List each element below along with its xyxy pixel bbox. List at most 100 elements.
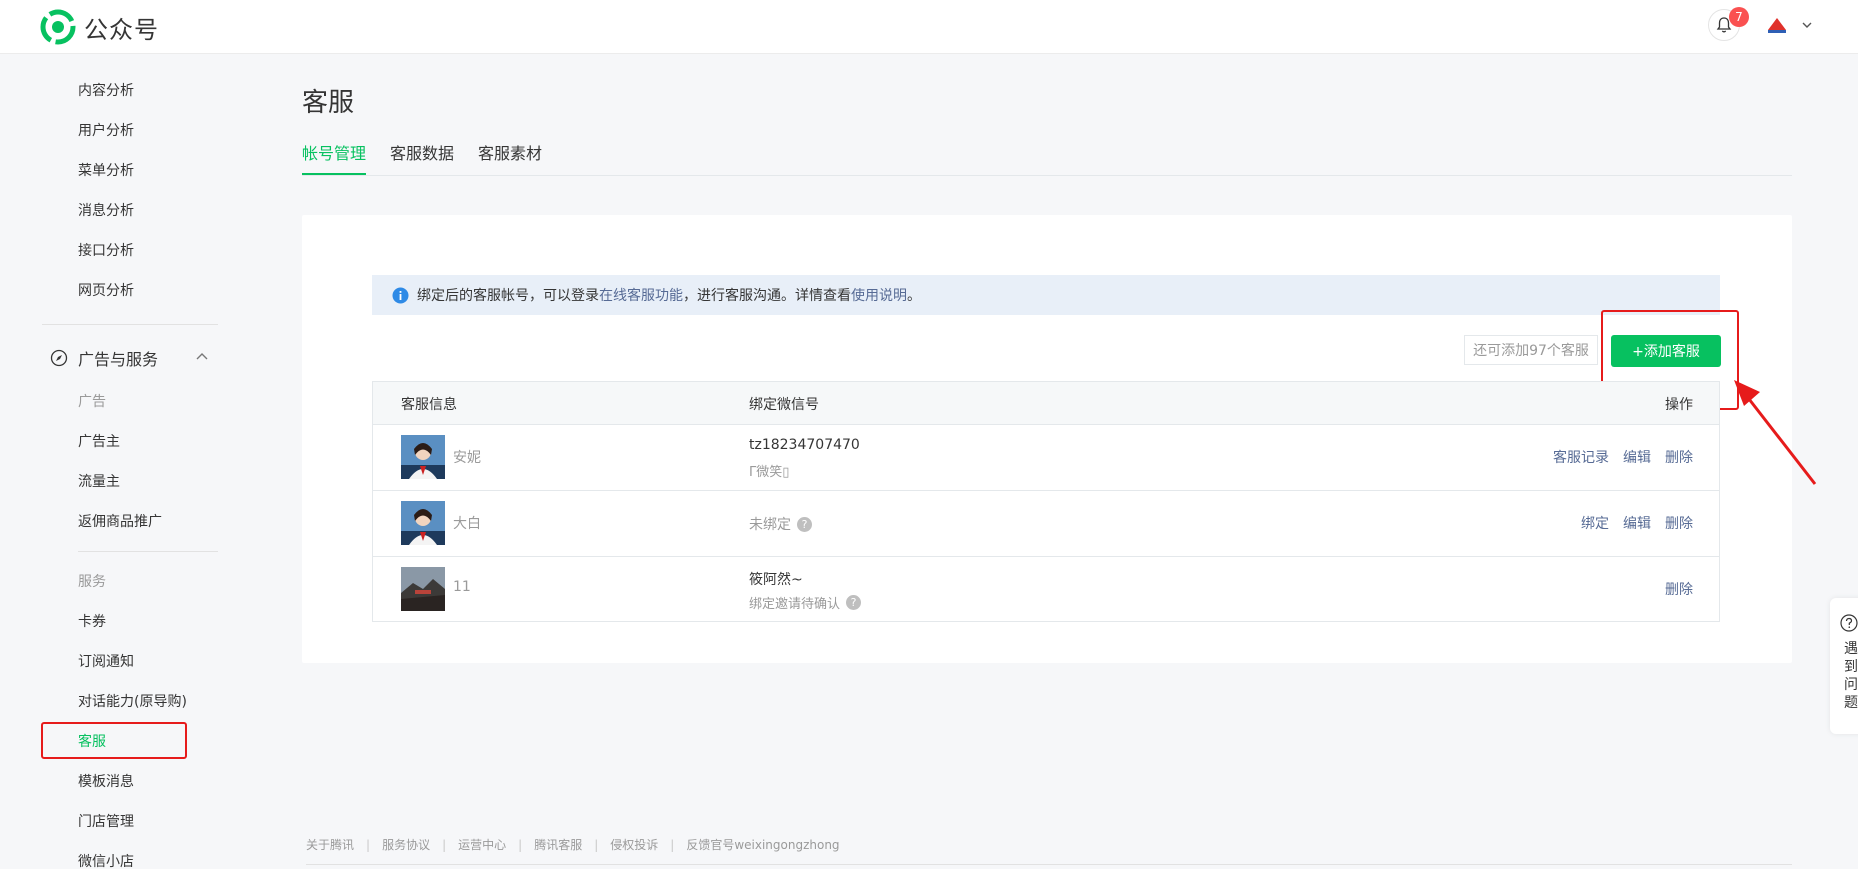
delete-link[interactable]: 删除 bbox=[1665, 447, 1693, 467]
sidebar-item-wechat-shop[interactable]: 微信小店 bbox=[78, 850, 134, 869]
tab-service-material[interactable]: 客服素材 bbox=[478, 140, 542, 175]
table-row: 11 筱阿然~ 绑定邀请待确认 ? 删除 bbox=[373, 557, 1719, 623]
wechat-official-logo-icon bbox=[40, 9, 76, 45]
highlight-box-sidebar bbox=[41, 722, 187, 759]
help-text: 遇到问题 bbox=[1844, 641, 1858, 711]
service-record-link[interactable]: 客服记录 bbox=[1553, 447, 1609, 467]
delete-link[interactable]: 删除 bbox=[1665, 579, 1693, 599]
table-row: 大白 未绑定 ? 绑定 编辑 删除 bbox=[373, 491, 1719, 557]
edit-link[interactable]: 编辑 bbox=[1623, 513, 1651, 533]
pending-invite-status: 绑定邀请待确认 ? bbox=[749, 593, 862, 612]
sidebar-item-menu-analysis[interactable]: 菜单分析 bbox=[78, 159, 134, 183]
bound-wechat-nickname: Γ微笑▯ bbox=[749, 461, 789, 480]
edit-link[interactable]: 编辑 bbox=[1623, 447, 1651, 467]
row-operations: 客服记录 编辑 删除 bbox=[1553, 447, 1693, 467]
sidebar-item-api-analysis[interactable]: 接口分析 bbox=[78, 239, 134, 263]
footer-link-agreement[interactable]: 服务协议 bbox=[382, 836, 430, 853]
tab-service-data[interactable]: 客服数据 bbox=[390, 140, 454, 175]
sidebar-subdivider bbox=[78, 551, 218, 552]
sidebar-item-publisher[interactable]: 流量主 bbox=[78, 470, 120, 494]
info-icon bbox=[392, 287, 409, 303]
sidebar-item-commission[interactable]: 返佣商品推广 bbox=[78, 510, 162, 534]
header-service-info: 客服信息 bbox=[401, 397, 457, 413]
sidebar: 内容分析 用户分析 菜单分析 消息分析 接口分析 网页分析 广告与服务 广告 广… bbox=[0, 55, 250, 869]
sidebar-item-coupons[interactable]: 卡券 bbox=[78, 610, 106, 634]
sidebar-item-dialogue[interactable]: 对话能力(原导购) bbox=[78, 690, 187, 714]
header-operations: 操作 bbox=[1665, 397, 1693, 413]
sidebar-item-message-analysis[interactable]: 消息分析 bbox=[78, 199, 134, 223]
service-name: 11 bbox=[453, 579, 471, 595]
sidebar-item-store-manage[interactable]: 门店管理 bbox=[78, 810, 134, 834]
bind-link[interactable]: 绑定 bbox=[1581, 513, 1609, 533]
service-table: 客服信息 绑定微信号 操作 安妮 tz18234707470 Γ微笑▯ 客服记录… bbox=[372, 381, 1720, 622]
footer: 关于腾讯 | 服务协议 | 运营中心 | 腾讯客服 | 侵权投诉 | 反馈官号w… bbox=[306, 836, 840, 853]
compass-icon bbox=[50, 349, 68, 367]
service-avatar bbox=[401, 435, 445, 479]
avatar-image-icon bbox=[401, 567, 445, 611]
footer-link-support[interactable]: 腾讯客服 bbox=[534, 836, 582, 853]
remaining-quota: 还可添加97个客服 bbox=[1464, 335, 1598, 365]
page-title: 客服 bbox=[302, 88, 355, 118]
service-name: 安妮 bbox=[453, 450, 481, 466]
tab-account-manage[interactable]: 帐号管理 bbox=[302, 140, 367, 175]
row-operations: 删除 bbox=[1665, 579, 1693, 599]
sidebar-group-ads-services[interactable]: 广告与服务 bbox=[50, 346, 158, 370]
usage-guide-link[interactable]: 使用说明 bbox=[851, 285, 907, 305]
logo-text: 公众号 bbox=[84, 15, 159, 44]
sidebar-divider bbox=[42, 324, 218, 325]
chevron-up-icon[interactable] bbox=[194, 349, 210, 365]
question-icon[interactable]: ? bbox=[846, 595, 862, 610]
top-header: 公众号 7 bbox=[0, 0, 1858, 54]
sidebar-item-template-message[interactable]: 模板消息 bbox=[78, 770, 134, 794]
account-avatar[interactable] bbox=[1764, 12, 1790, 38]
footer-link-about[interactable]: 关于腾讯 bbox=[306, 836, 354, 853]
chevron-down-icon[interactable] bbox=[1800, 18, 1814, 32]
footer-link-ops-center[interactable]: 运营中心 bbox=[458, 836, 506, 853]
bound-wechat-id: 筱阿然~ bbox=[749, 572, 803, 588]
question-icon[interactable]: ? bbox=[797, 516, 812, 532]
help-floating-button[interactable]: 遇到问题 bbox=[1830, 598, 1858, 734]
bound-wechat-id: tz18234707470 bbox=[749, 437, 860, 453]
notice-text-2: ，进行客服沟通。详情查看 bbox=[683, 288, 851, 304]
service-avatar bbox=[401, 501, 445, 545]
sidebar-item-content-analysis[interactable]: 内容分析 bbox=[78, 79, 134, 103]
sidebar-item-subscribe-notice[interactable]: 订阅通知 bbox=[78, 650, 134, 674]
notice-text-1: 绑定后的客服帐号，可以登录 bbox=[417, 288, 599, 304]
service-avatar bbox=[401, 567, 445, 611]
footer-separator: | bbox=[518, 837, 523, 852]
sidebar-item-user-analysis[interactable]: 用户分析 bbox=[78, 119, 134, 143]
tab-bar: 帐号管理 客服数据 客服素材 bbox=[302, 140, 1792, 176]
online-service-link[interactable]: 在线客服功能 bbox=[599, 285, 683, 305]
notice-text-3: 。 bbox=[907, 288, 921, 304]
header-bound-wechat: 绑定微信号 bbox=[749, 397, 819, 413]
row-operations: 绑定 编辑 删除 bbox=[1581, 513, 1693, 533]
sidebar-item-web-analysis[interactable]: 网页分析 bbox=[78, 279, 134, 303]
footer-link-infringement[interactable]: 侵权投诉 bbox=[610, 836, 658, 853]
table-row: 安妮 tz18234707470 Γ微笑▯ 客服记录 编辑 删除 bbox=[373, 425, 1719, 491]
footer-separator: | bbox=[670, 837, 675, 852]
pending-invite-text: 绑定邀请待确认 bbox=[749, 597, 841, 612]
footer-separator: | bbox=[366, 837, 371, 852]
sidebar-category-services: 服务 bbox=[78, 574, 106, 590]
footer-link-feedback[interactable]: 反馈官号weixingongzhong bbox=[686, 836, 839, 853]
service-name: 大白 bbox=[453, 516, 481, 532]
notification-badge: 7 bbox=[1729, 7, 1749, 27]
wechat-nickname-text: Γ微笑▯ bbox=[749, 465, 790, 480]
table-header: 客服信息 绑定微信号 操作 bbox=[373, 382, 1719, 425]
logo[interactable]: 公众号 bbox=[40, 9, 159, 45]
footer-separator: | bbox=[594, 837, 599, 852]
avatar-image-icon bbox=[1764, 12, 1790, 38]
sidebar-item-advertiser[interactable]: 广告主 bbox=[78, 430, 120, 454]
info-notice: 绑定后的客服帐号，可以登录 在线客服功能 ，进行客服沟通。详情查看 使用说明 。 bbox=[372, 275, 1720, 315]
delete-link[interactable]: 删除 bbox=[1665, 513, 1693, 533]
sidebar-category-ads: 广告 bbox=[78, 394, 106, 410]
avatar-image-icon bbox=[401, 435, 445, 479]
annotation-arrow-icon bbox=[1734, 380, 1817, 485]
unbound-text: 未绑定 bbox=[749, 517, 791, 533]
content-card: 绑定后的客服帐号，可以登录 在线客服功能 ，进行客服沟通。详情查看 使用说明 。… bbox=[302, 215, 1792, 663]
unbound-status: 未绑定 ? bbox=[749, 514, 812, 534]
footer-separator: | bbox=[442, 837, 447, 852]
avatar-image-icon bbox=[401, 501, 445, 545]
help-circle-icon bbox=[1840, 614, 1858, 632]
sidebar-group-label: 广告与服务 bbox=[78, 350, 159, 369]
